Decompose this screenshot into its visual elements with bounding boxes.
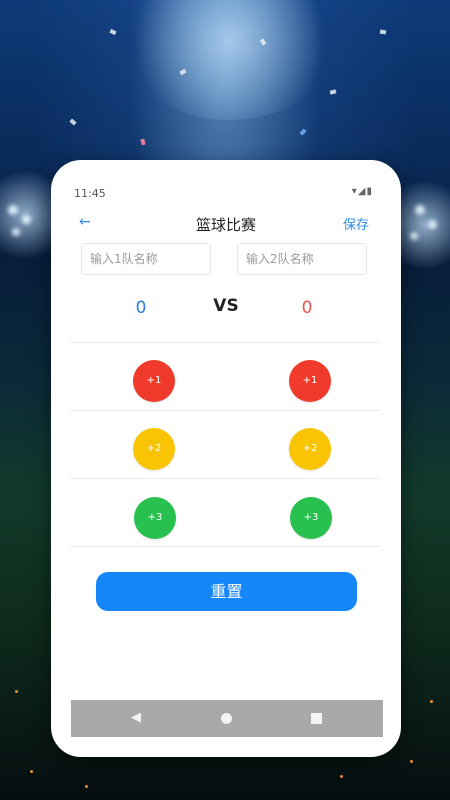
divider bbox=[69, 546, 381, 547]
save-button[interactable]: 保存 bbox=[343, 214, 369, 233]
app-bar: ← 篮球比赛 保存 bbox=[51, 208, 401, 240]
confetti bbox=[379, 29, 387, 35]
confetti bbox=[69, 118, 77, 126]
nav-back-icon[interactable]: ◀ bbox=[131, 710, 141, 725]
confetti bbox=[329, 89, 337, 95]
status-time: 11:45 bbox=[74, 187, 106, 200]
team1-plus3-button[interactable]: +3 bbox=[134, 497, 176, 539]
stadium-spotlight-glow bbox=[120, 0, 340, 120]
floodlight-bulb bbox=[8, 205, 18, 215]
floodlight-bulb bbox=[22, 215, 31, 224]
spark bbox=[30, 770, 33, 773]
spark bbox=[15, 690, 18, 693]
team2-name-input[interactable] bbox=[237, 243, 367, 275]
phone-screen: 11:45 ▾◢▮ ← 篮球比赛 保存 0 VS 0 +1 +1 +2 +2 +… bbox=[51, 160, 401, 757]
status-bar: 11:45 ▾◢▮ bbox=[51, 160, 401, 200]
confetti bbox=[109, 28, 117, 36]
divider bbox=[69, 478, 381, 479]
floodlight-bulb bbox=[415, 205, 425, 215]
spark bbox=[340, 775, 343, 778]
system-nav-bar: ◀ bbox=[71, 700, 383, 737]
team1-name-input[interactable] bbox=[81, 243, 211, 275]
divider bbox=[69, 410, 381, 411]
reset-button[interactable]: 重置 bbox=[96, 572, 357, 611]
floodlight-bulb bbox=[12, 228, 20, 236]
team2-plus2-button[interactable]: +2 bbox=[289, 428, 331, 470]
team1-plus2-button[interactable]: +2 bbox=[133, 428, 175, 470]
spark bbox=[430, 700, 433, 703]
nav-recent-apps-icon[interactable] bbox=[311, 713, 322, 724]
vs-label: VS bbox=[213, 296, 239, 316]
confetti bbox=[140, 138, 146, 146]
floodlight-bulb bbox=[428, 220, 437, 229]
nav-home-icon[interactable] bbox=[221, 713, 232, 724]
team1-plus1-button[interactable]: +1 bbox=[133, 360, 175, 402]
floodlight-bulb bbox=[410, 232, 418, 240]
team2-plus1-button[interactable]: +1 bbox=[289, 360, 331, 402]
status-icons: ▾◢▮ bbox=[351, 186, 373, 197]
team2-score: 0 bbox=[301, 298, 313, 318]
spark bbox=[85, 785, 88, 788]
divider bbox=[69, 342, 381, 343]
team2-plus3-button[interactable]: +3 bbox=[290, 497, 332, 539]
confetti bbox=[299, 128, 307, 136]
spark bbox=[410, 760, 413, 763]
